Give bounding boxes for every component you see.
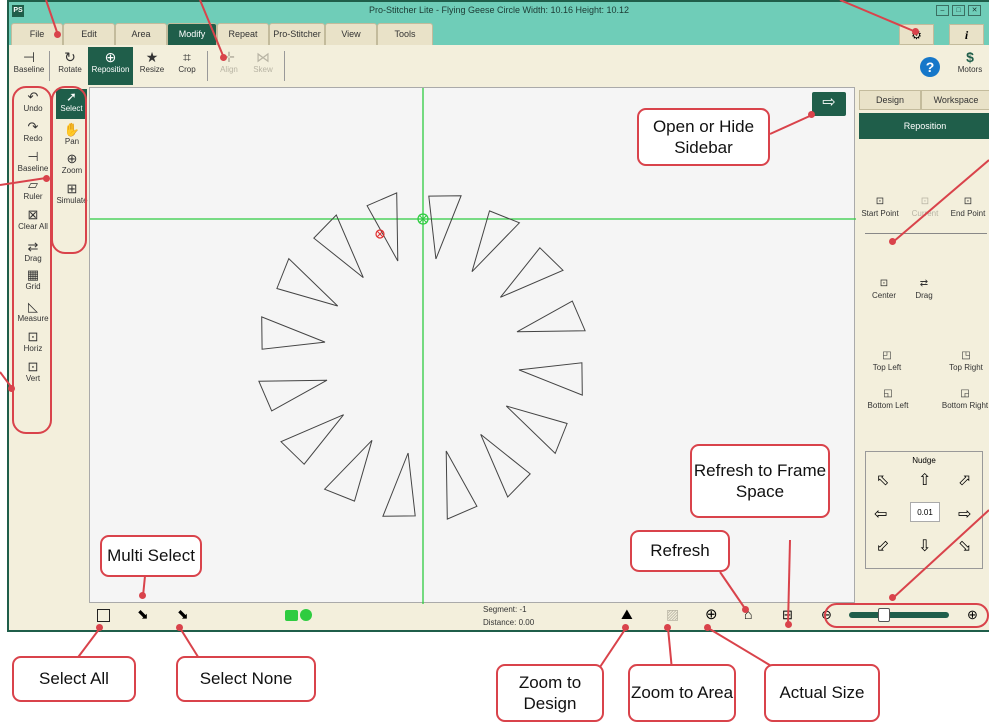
callout-refresh-frame-space: Refresh to Frame Space [690,444,830,518]
left-tools-highlight [12,86,52,434]
callout-actual-size: Actual Size [764,664,880,722]
callout-zoom-to-design: Zoom to Design [496,664,604,722]
zoom-slider-highlight [824,603,989,628]
callout-select-none: Select None [176,656,316,702]
callout-select-all: Select All [12,656,136,702]
callout-zoom-to-area: Zoom to Area [628,664,736,722]
callout-open-sidebar: Open or Hide Sidebar [637,108,770,166]
callout-refresh: Refresh [630,530,730,572]
mode-tools-highlight [51,86,87,254]
annotation-overlay: Open or Hide Sidebar Refresh to Frame Sp… [0,0,989,722]
callout-multi-select: Multi Select [100,535,202,577]
